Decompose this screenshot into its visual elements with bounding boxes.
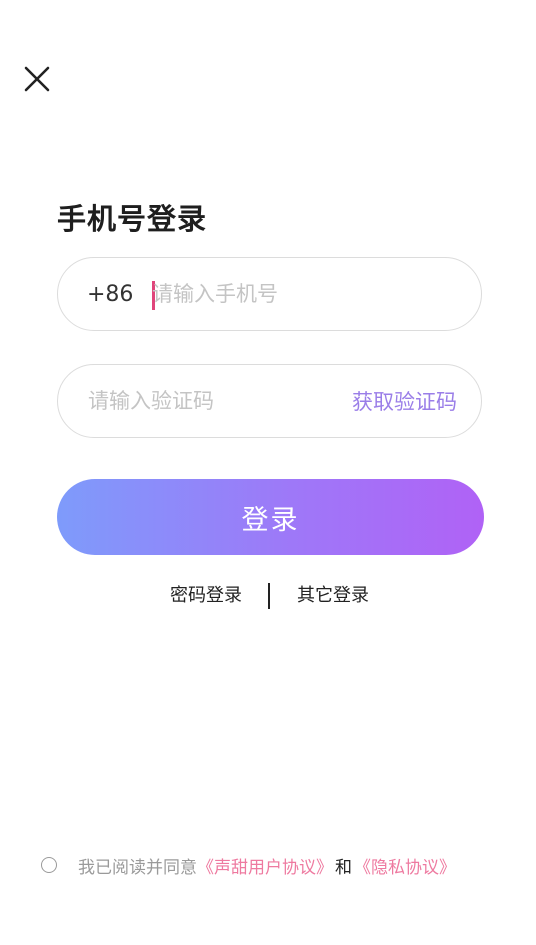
agreement-row: 我已阅读并同意 《声甜用户协议》 和 《隐私协议》: [41, 852, 456, 878]
get-code-button[interactable]: 获取验证码: [352, 365, 457, 439]
other-login-link[interactable]: 其它登录: [297, 582, 369, 610]
phone-field[interactable]: +86: [57, 257, 482, 331]
privacy-policy-link[interactable]: 《隐私协议》: [354, 853, 456, 878]
close-button[interactable]: [22, 64, 52, 94]
password-login-link[interactable]: 密码登录: [170, 582, 242, 610]
agreement-prefix: 我已阅读并同意: [78, 857, 197, 878]
close-icon: [24, 66, 50, 92]
agree-radio[interactable]: [41, 857, 57, 873]
phone-input[interactable]: [152, 258, 452, 330]
alt-login-divider: [268, 583, 270, 609]
agreement-and: 和: [335, 857, 352, 878]
page-title: 手机号登录: [57, 202, 208, 236]
login-button[interactable]: 登录: [57, 479, 484, 555]
country-code-selector[interactable]: +86: [87, 258, 133, 332]
verification-code-field[interactable]: 获取验证码: [57, 364, 482, 438]
user-agreement-link[interactable]: 《声甜用户协议》: [197, 853, 333, 878]
verification-code-input[interactable]: [88, 365, 348, 437]
